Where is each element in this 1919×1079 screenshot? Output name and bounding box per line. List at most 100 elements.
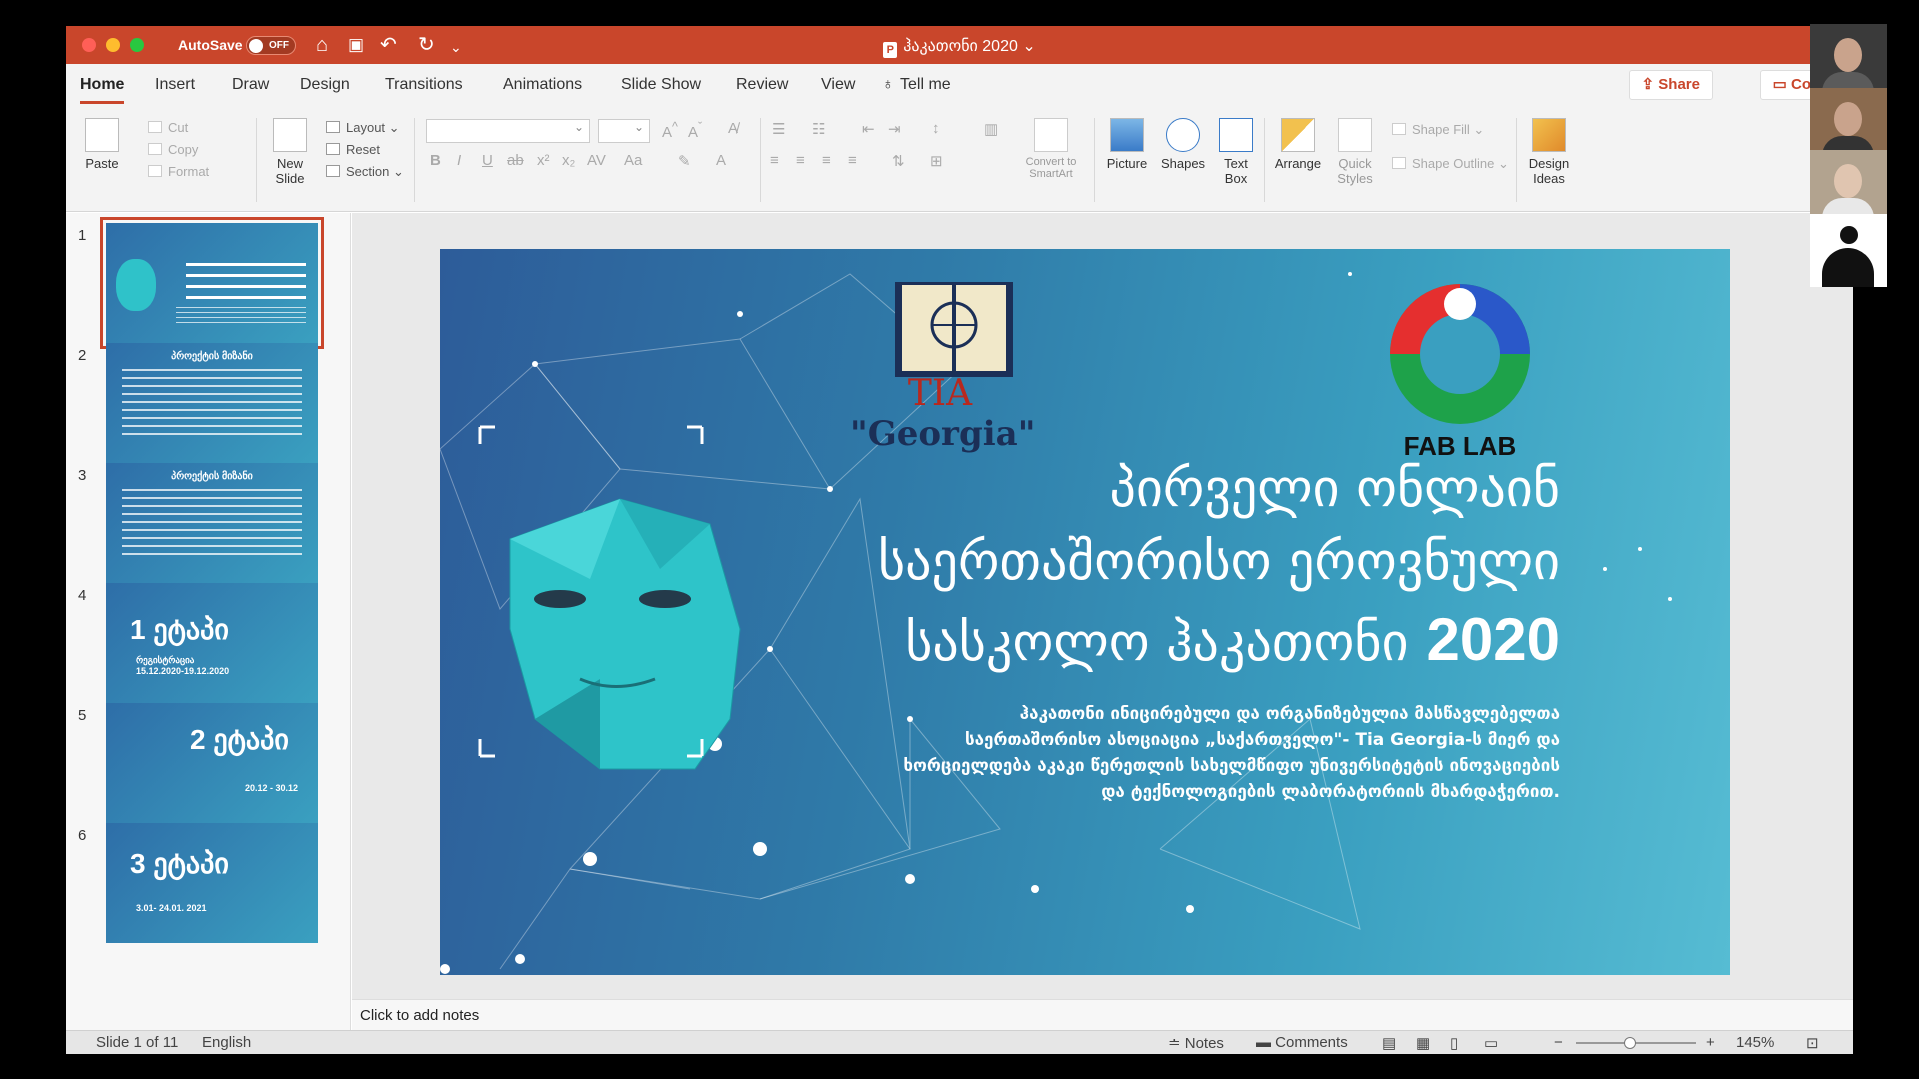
copy-button[interactable]: Copy (148, 142, 198, 157)
align-right-icon[interactable]: ≡ (822, 152, 831, 169)
slideshow-view-icon[interactable]: ▭ (1484, 1034, 1498, 1052)
slide-thumbnail[interactable]: 4 1 ეტაპი რეგისტრაცია 15.12.2020-19.12.20… (66, 573, 350, 713)
layout-button[interactable]: Layout ⌄ (326, 120, 400, 136)
slide-body-text[interactable]: ჰაკათონი ინიცირებული და ორგანიზებულია მა… (880, 701, 1560, 805)
tab-tell-me[interactable]: ♁ Tell me (882, 76, 951, 94)
notes-button[interactable]: ≐ Notes (1168, 1034, 1224, 1052)
align-center-icon[interactable]: ≡ (796, 152, 805, 169)
justify-icon[interactable]: ≡ (848, 152, 857, 169)
align-left-icon[interactable]: ≡ (770, 152, 779, 169)
change-case-icon[interactable]: Aa (624, 152, 642, 169)
columns-icon[interactable]: ▥ (984, 120, 998, 138)
normal-view-icon[interactable]: ▤ (1382, 1034, 1396, 1052)
slide-thumbnail-image[interactable]: 1 ეტაპი რეგისტრაცია 15.12.2020-19.12.2020 (106, 583, 318, 703)
text-box-button[interactable]: Text Box (1216, 118, 1256, 186)
line-spacing-icon[interactable]: ↕ (932, 120, 940, 137)
font-size-dropdown[interactable] (598, 119, 650, 143)
tab-transitions[interactable]: Transitions (385, 76, 463, 94)
participant-avatar-body (1822, 248, 1874, 287)
slide-thumbnail[interactable]: 1 (66, 213, 350, 353)
video-participant-tile[interactable] (1810, 150, 1887, 223)
reset-label: Reset (346, 142, 380, 157)
slide-indicator: Slide 1 of 11 (96, 1034, 179, 1051)
share-button[interactable]: ⇪ Share (1628, 70, 1713, 100)
tab-insert[interactable]: Insert (155, 76, 195, 94)
comments-toggle-button[interactable]: ▬ Comments (1256, 1034, 1348, 1051)
zoom-slider-thumb[interactable] (1624, 1037, 1636, 1049)
picture-button[interactable]: Picture (1102, 118, 1152, 171)
slide-sorter-icon[interactable]: ▦ (1416, 1034, 1430, 1052)
font-color-icon[interactable]: A (716, 152, 726, 169)
slide-thumbnail-image[interactable]: 2 ეტაპი 20.12 - 30.12 (106, 703, 318, 823)
arrange-button[interactable]: Arrange (1270, 118, 1326, 171)
tab-design[interactable]: Design (300, 76, 350, 94)
new-slide-button[interactable]: New Slide (266, 118, 314, 186)
subscript-icon[interactable]: x₂ (562, 152, 575, 169)
reading-view-icon[interactable]: ▯ (1450, 1034, 1458, 1052)
cut-button[interactable]: Cut (148, 120, 188, 135)
strikethrough-icon[interactable]: ab (507, 152, 524, 169)
shape-outline-button[interactable]: Shape Outline ⌄ (1392, 156, 1509, 172)
title-lines (186, 263, 306, 303)
convert-to-smartart-button[interactable]: Convert to SmartArt (1016, 118, 1086, 180)
document-title-menu[interactable]: ⌄ (1018, 38, 1035, 55)
paste-label: Paste (85, 156, 119, 171)
align-text-icon[interactable]: ⊞ (930, 152, 943, 170)
shapes-button[interactable]: Shapes (1158, 118, 1208, 171)
video-participant-tile[interactable] (1810, 24, 1887, 97)
decrease-indent-icon[interactable]: ⇤ (862, 120, 875, 138)
thumb-title: პროექტის მიზანი (171, 471, 253, 482)
slide-thumbnail-image[interactable]: პროექტის მიზანი (106, 343, 318, 463)
tab-draw[interactable]: Draw (232, 76, 269, 94)
slide-thumbnail[interactable]: 2 პროექტის მიზანი (66, 333, 350, 473)
slide-title-line-3[interactable]: სასკოლო ჰაკათონი 2020 (905, 605, 1560, 674)
slide-thumbnail[interactable]: 5 2 ეტაპი 20.12 - 30.12 (66, 693, 350, 833)
fit-to-window-icon[interactable]: ⊡ (1806, 1034, 1819, 1052)
video-participant-tile[interactable] (1810, 214, 1887, 287)
language-indicator[interactable]: English (202, 1034, 251, 1051)
clear-formatting-icon[interactable]: A̸ (728, 120, 738, 137)
slide-title-year: 2020 (1426, 606, 1560, 673)
highlight-icon[interactable]: ✎ (678, 152, 691, 170)
slide-thumbnail-image[interactable]: 3 ეტაპი 3.01- 24.01. 2021 (106, 823, 318, 943)
text-direction-icon[interactable]: ⇅ (892, 152, 905, 170)
slide-title-line-2[interactable]: საერთაშორისო ეროვნული (878, 532, 1560, 592)
tab-view[interactable]: View (821, 76, 855, 94)
shape-fill-button[interactable]: Shape Fill ⌄ (1392, 122, 1484, 138)
reset-button[interactable]: Reset (326, 142, 380, 157)
slide-thumbnail[interactable]: 3 პროექტის მიზანი (66, 453, 350, 593)
design-ideas-button[interactable]: Design Ideas (1524, 118, 1574, 186)
superscript-icon[interactable]: x² (537, 152, 550, 169)
zoom-out-icon[interactable]: − (1554, 1034, 1563, 1051)
slide-thumbnail-image[interactable]: პროექტის მიზანი (106, 463, 318, 583)
slide-thumbnail[interactable]: 6 3 ეტაპი 3.01- 24.01. 2021 (66, 813, 350, 953)
notes-pane[interactable]: Click to add notes (352, 999, 1853, 1030)
font-name-dropdown[interactable] (426, 119, 590, 143)
zoom-level[interactable]: 145% (1736, 1034, 1774, 1051)
quick-styles-button[interactable]: Quick Styles (1330, 118, 1380, 186)
notes-placeholder[interactable]: Click to add notes (360, 1007, 479, 1024)
underline-icon[interactable]: U (482, 152, 493, 169)
section-button[interactable]: Section ⌄ (326, 164, 404, 180)
increase-font-size-icon[interactable]: A^ (662, 120, 678, 141)
tab-animations[interactable]: Animations (503, 76, 582, 94)
slide-thumbnail-image[interactable] (100, 217, 324, 349)
character-spacing-icon[interactable]: AV (587, 152, 606, 169)
tab-review[interactable]: Review (736, 76, 788, 94)
zoom-slider[interactable] (1576, 1037, 1696, 1049)
tab-slide-show[interactable]: Slide Show (621, 76, 701, 94)
zoom-in-icon[interactable]: + (1706, 1034, 1715, 1051)
bullets-icon[interactable]: ☰ (772, 120, 785, 138)
bold-icon[interactable]: B (430, 152, 441, 169)
slide-canvas[interactable]: TIA "Georgia" FAB LAB პირველი ონლაინ საე… (440, 249, 1730, 975)
tab-home[interactable]: Home (80, 76, 125, 104)
ribbon-divider (1516, 118, 1517, 202)
italic-icon[interactable]: I (457, 152, 461, 169)
decrease-font-size-icon[interactable]: Aˇ (688, 120, 702, 141)
numbering-icon[interactable]: ☷ (812, 120, 825, 138)
slide-title-line-1[interactable]: პირველი ონლაინ (1110, 459, 1560, 519)
fab-lab-logo (1390, 284, 1530, 424)
format-painter-button[interactable]: Format (148, 164, 209, 179)
increase-indent-icon[interactable]: ⇥ (888, 120, 901, 138)
paste-button[interactable]: Paste (80, 118, 124, 171)
